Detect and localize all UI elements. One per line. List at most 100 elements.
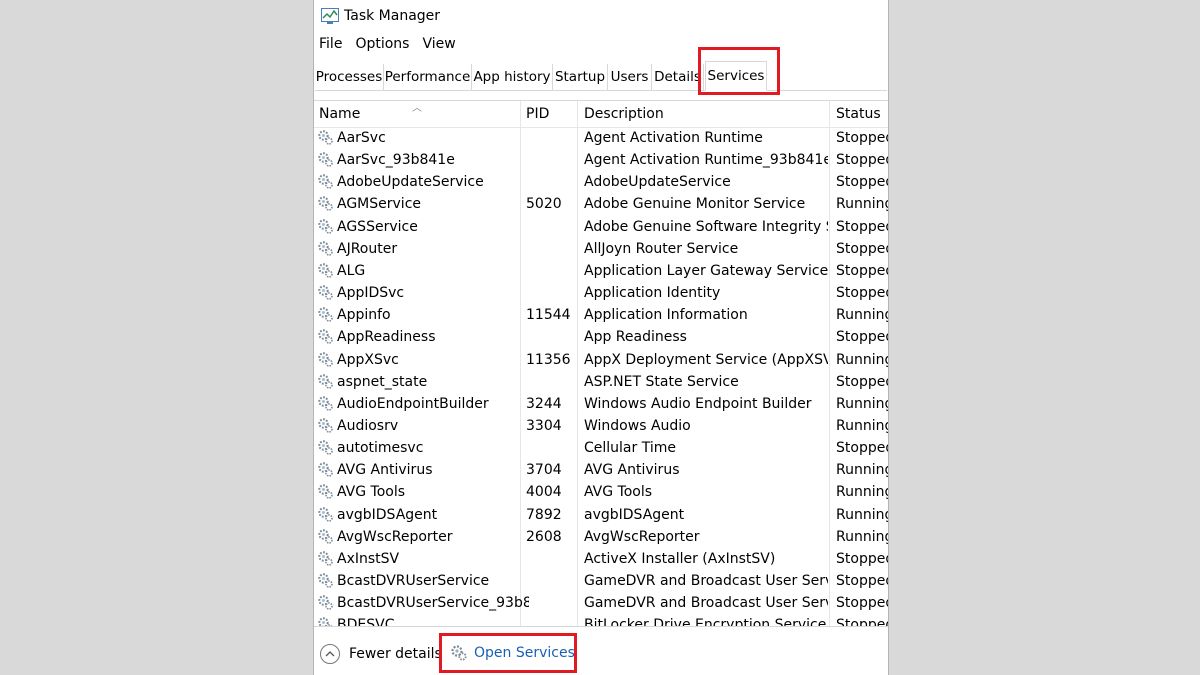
service-description: AvgWscReporter — [584, 528, 700, 545]
table-row[interactable]: autotimesvc Cellular Time Stopped — [314, 437, 888, 459]
table-row[interactable]: AarSvc Agent Activation Runtime Stopped — [314, 127, 888, 149]
tab-strip: Processes Performance App history Startu… — [315, 60, 887, 91]
tab-users[interactable]: Users — [608, 64, 652, 90]
gear-icon — [451, 645, 467, 661]
menu-bar: File Options View — [319, 36, 456, 56]
service-status: Stopped — [836, 218, 888, 235]
service-name: AdobeUpdateService — [337, 174, 484, 191]
table-row[interactable]: AGSService Adobe Genuine Software Integri… — [314, 216, 888, 238]
service-description: Cellular Time — [584, 440, 676, 457]
column-header-pid[interactable]: PID — [526, 106, 549, 122]
service-gear-icon — [317, 328, 334, 345]
table-row[interactable]: AVG Antivirus 3704 AVG Antivirus Running — [314, 459, 888, 481]
service-gear-icon — [317, 483, 334, 500]
fewer-details-button[interactable]: Fewer details — [320, 644, 442, 664]
service-name: avgbIDSAgent — [337, 506, 438, 523]
service-name: AxInstSV — [337, 550, 400, 567]
service-pid: 3244 — [526, 395, 562, 412]
tab-details[interactable]: Details — [652, 64, 704, 90]
service-status: Stopped — [836, 130, 888, 146]
service-gear-icon — [317, 572, 334, 589]
service-status: Stopped — [836, 240, 888, 257]
table-row[interactable]: AudioEndpointBuilder 3244 Windows Audio En… — [314, 393, 888, 415]
table-row[interactable]: AppIDSvc Application Identity Stopped — [314, 282, 888, 304]
table-row[interactable]: AppXSvc 11356 AppX Deployment Service (App… — [314, 349, 888, 371]
service-gear-icon — [317, 351, 334, 368]
table-row[interactable]: Audiosrv 3304 Windows Audio Running — [314, 415, 888, 437]
service-description: GameDVR and Broadcast User Service — [584, 573, 828, 589]
table-row[interactable]: ALG Application Layer Gateway Service Stop… — [314, 260, 888, 282]
table-row[interactable]: AVG Tools 4004 AVG Tools Running — [314, 481, 888, 503]
menu-options[interactable]: Options — [355, 36, 409, 56]
service-description: avgbIDSAgent — [584, 506, 685, 523]
service-name: AVG Tools — [337, 484, 406, 501]
service-status: Running — [836, 351, 888, 368]
title-bar: Task Manager — [314, 0, 888, 34]
table-row[interactable]: AxInstSV ActiveX Installer (AxInstSV) Stop… — [314, 548, 888, 570]
service-status: Stopped — [836, 373, 888, 390]
table-header: ︿ Name PID Description Status — [314, 101, 888, 128]
service-gear-icon — [317, 594, 334, 611]
table-row[interactable]: AdobeUpdateService AdobeUpdateService Stop… — [314, 171, 888, 193]
table-row[interactable]: aspnet_state ASP.NET State Service Stopped — [314, 371, 888, 393]
table-row[interactable]: BcastDVRUserService_93b8... GameDVR and B… — [314, 592, 888, 614]
tab-startup[interactable]: Startup — [553, 64, 608, 90]
service-pid: 3304 — [526, 417, 562, 434]
column-header-description[interactable]: Description — [584, 106, 664, 122]
service-description: GameDVR and Broadcast User Servic... — [584, 595, 828, 612]
table-row[interactable]: AJRouter AllJoyn Router Service Stopped — [314, 238, 888, 260]
fewer-details-label: Fewer details — [349, 646, 442, 662]
tab-app-history[interactable]: App history — [472, 64, 553, 90]
service-gear-icon — [317, 173, 334, 190]
table-row[interactable]: AGMService 5020 Adobe Genuine Monitor Serv… — [314, 193, 888, 215]
service-pid: 4004 — [526, 484, 562, 501]
service-gear-icon — [317, 284, 334, 301]
table-row[interactable]: AvgWscReporter 2608 AvgWscReporter Running — [314, 526, 888, 548]
service-name: AppReadiness — [337, 329, 436, 346]
service-status: Stopped — [836, 595, 888, 612]
service-name: AudioEndpointBuilder — [337, 395, 489, 412]
tab-processes[interactable]: Processes — [315, 64, 384, 90]
column-header-name[interactable]: Name — [319, 106, 360, 122]
service-name: Audiosrv — [337, 417, 399, 434]
service-name: aspnet_state — [337, 373, 428, 390]
service-name: AVG Antivirus — [337, 462, 433, 479]
service-status: Running — [836, 462, 888, 479]
table-row[interactable]: BcastDVRUserService GameDVR and Broadcast… — [314, 570, 888, 592]
table-row[interactable]: Appinfo 11544 Application Information Runni… — [314, 304, 888, 326]
open-services-link[interactable]: Open Services — [450, 644, 575, 662]
service-description: Adobe Genuine Monitor Service — [584, 196, 806, 213]
service-pid: 2608 — [526, 528, 562, 545]
service-gear-icon — [317, 129, 334, 146]
table-row[interactable]: AppReadiness App Readiness Stopped — [314, 326, 888, 348]
service-description: Agent Activation Runtime_93b841e — [584, 152, 828, 169]
service-description: AVG Antivirus — [584, 462, 680, 479]
service-status: Running — [836, 395, 888, 412]
service-name: AJRouter — [337, 240, 398, 257]
footer-bar: Fewer details Open Services — [314, 626, 888, 675]
menu-file[interactable]: File — [319, 36, 342, 56]
service-gear-icon — [317, 506, 334, 523]
service-gear-icon — [317, 373, 334, 390]
open-services-label: Open Services — [474, 645, 575, 661]
table-row[interactable]: avgbIDSAgent 7892 avgbIDSAgent Running — [314, 504, 888, 526]
service-description: Adobe Genuine Software Integrity Ser... — [584, 218, 828, 235]
service-status: Stopped — [836, 152, 888, 169]
tab-services[interactable]: Services — [705, 61, 767, 91]
service-gear-icon — [317, 240, 334, 257]
menu-view[interactable]: View — [422, 36, 455, 56]
service-gear-icon — [317, 262, 334, 279]
tab-performance[interactable]: Performance — [384, 64, 472, 90]
service-name: AarSvc — [337, 130, 386, 146]
service-gear-icon — [317, 417, 334, 434]
service-description: ActiveX Installer (AxInstSV) — [584, 550, 776, 567]
table-row[interactable]: AarSvc_93b841e Agent Activation Runtime_9… — [314, 149, 888, 171]
service-pid: 3704 — [526, 462, 562, 479]
service-description: Application Identity — [584, 285, 721, 302]
service-status: Stopped — [836, 262, 888, 279]
service-description: AVG Tools — [584, 484, 653, 501]
column-header-status[interactable]: Status — [836, 106, 881, 122]
service-name: BcastDVRUserService — [337, 573, 490, 589]
service-description: Agent Activation Runtime — [584, 130, 763, 146]
service-name: AppIDSvc — [337, 285, 405, 302]
